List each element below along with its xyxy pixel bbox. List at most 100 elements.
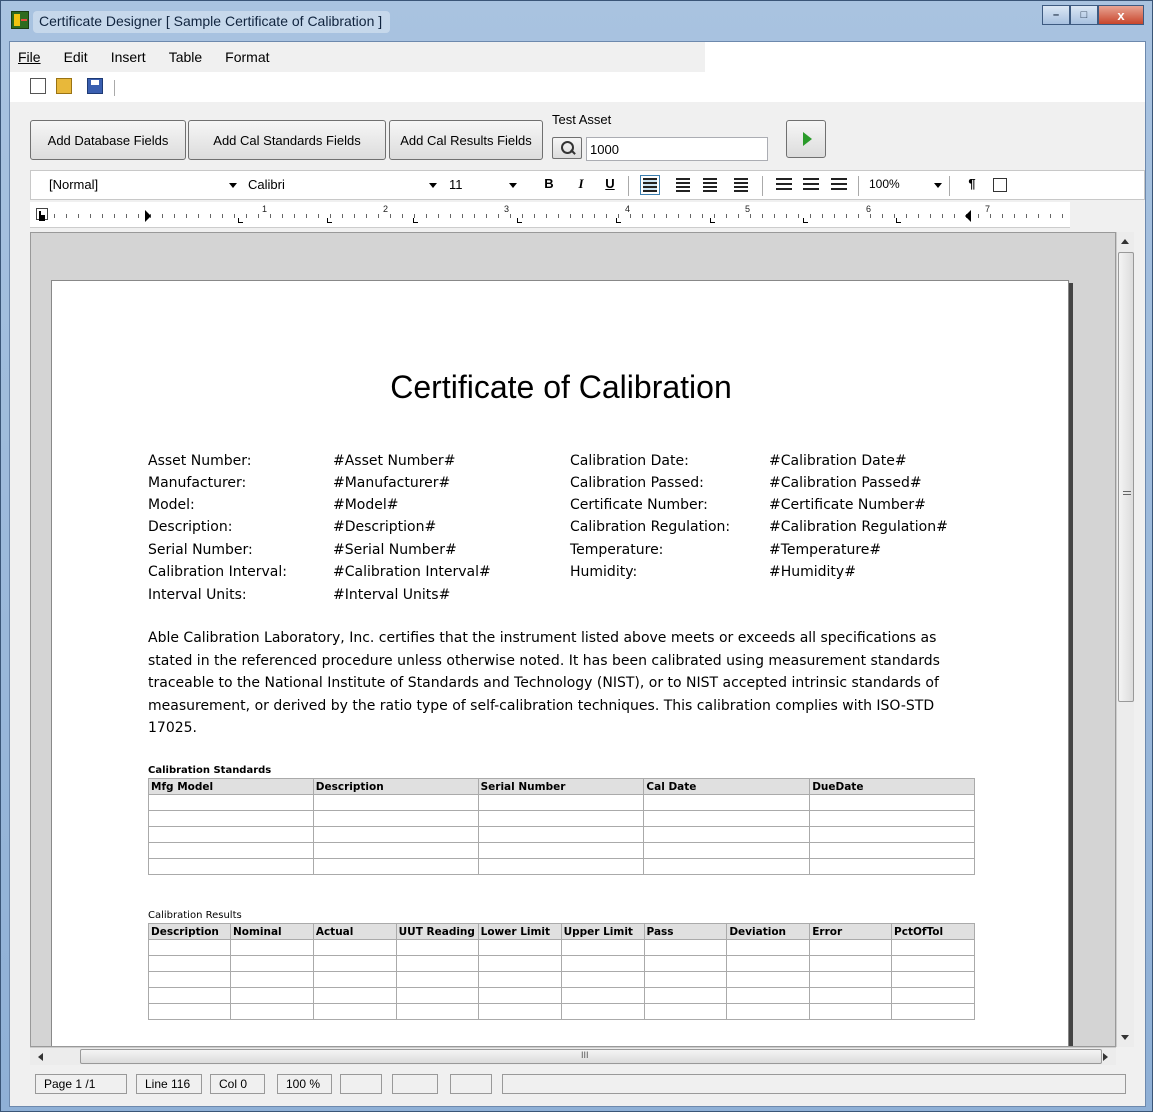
table-header[interactable]: Description xyxy=(312,778,479,795)
tab-type-icon[interactable] xyxy=(993,178,1007,192)
title-bar[interactable]: Certificate Designer [ Sample Certificat… xyxy=(1,1,1152,41)
scroll-left-icon[interactable] xyxy=(38,1053,43,1061)
align-right-icon[interactable] xyxy=(676,178,690,192)
table-header[interactable]: Serial Number xyxy=(477,778,645,795)
field-label[interactable]: Calibration Date: xyxy=(570,453,689,469)
field-label[interactable]: Calibration Regulation: xyxy=(570,519,730,535)
font-select[interactable]: Calibri xyxy=(248,177,285,192)
zoom-dropdown-icon[interactable] xyxy=(934,183,942,188)
menu-format[interactable]: Format xyxy=(225,49,269,65)
table-header[interactable]: UUT Reading xyxy=(395,923,479,940)
ruler[interactable]: 1 2 3 4 5 6 7 xyxy=(30,202,1070,228)
right-indent-marker[interactable] xyxy=(965,210,971,222)
field-value[interactable]: #Description# xyxy=(333,519,436,535)
align-center-icon[interactable] xyxy=(703,178,717,192)
field-value[interactable]: #Manufacturer# xyxy=(333,475,450,491)
tab-selector-icon[interactable] xyxy=(36,208,48,220)
save-icon[interactable] xyxy=(87,78,103,94)
field-label[interactable]: Manufacturer: xyxy=(148,475,246,491)
document-title[interactable]: Certificate of Calibration xyxy=(52,369,1070,406)
table-header[interactable]: Cal Date xyxy=(643,778,811,795)
vertical-scroll-thumb[interactable] xyxy=(1118,252,1134,702)
table-header[interactable]: Deviation xyxy=(726,923,811,940)
field-label[interactable]: Serial Number: xyxy=(148,542,253,558)
scroll-down-icon[interactable] xyxy=(1121,1035,1129,1040)
font-dropdown-icon[interactable] xyxy=(429,183,437,188)
table-row[interactable] xyxy=(148,794,975,811)
show-formatting-button[interactable]: ¶ xyxy=(963,176,981,194)
field-label[interactable]: Calibration Passed: xyxy=(570,475,704,491)
table-header[interactable]: Description xyxy=(148,923,231,940)
new-document-icon[interactable] xyxy=(30,78,46,94)
table-row[interactable] xyxy=(148,987,975,1004)
field-value[interactable]: #Calibration Interval# xyxy=(333,564,491,580)
field-value[interactable]: #Certificate Number# xyxy=(769,497,926,513)
close-button[interactable]: x xyxy=(1098,5,1144,25)
zoom-select[interactable]: 100% xyxy=(869,177,900,191)
field-label[interactable]: Model: xyxy=(148,497,195,513)
tab-stop-marker[interactable] xyxy=(616,218,621,223)
tab-stop-marker[interactable] xyxy=(238,218,243,223)
run-button[interactable] xyxy=(786,120,826,158)
underline-button[interactable]: U xyxy=(601,176,619,194)
field-label[interactable]: Temperature: xyxy=(570,542,663,558)
test-asset-input[interactable]: 1000 xyxy=(586,137,768,161)
bold-button[interactable]: B xyxy=(540,176,558,194)
scroll-right-icon[interactable] xyxy=(1103,1053,1108,1061)
bullet-list-icon[interactable] xyxy=(776,178,792,192)
field-label[interactable]: Certificate Number: xyxy=(570,497,708,513)
numbered-list-icon[interactable] xyxy=(803,178,819,192)
table-row[interactable] xyxy=(148,810,975,827)
table-row[interactable] xyxy=(148,939,975,956)
tab-stop-marker[interactable] xyxy=(413,218,418,223)
open-folder-icon[interactable] xyxy=(56,78,72,94)
field-value[interactable]: #Interval Units# xyxy=(333,587,450,603)
field-label[interactable]: Interval Units: xyxy=(148,587,247,603)
field-value[interactable]: #Calibration Regulation# xyxy=(769,519,948,535)
tab-stop-marker[interactable] xyxy=(710,218,715,223)
align-left-icon[interactable] xyxy=(640,175,660,195)
tab-stop-marker[interactable] xyxy=(517,218,522,223)
table-header[interactable]: Upper Limit xyxy=(560,923,645,940)
font-size-select[interactable]: 11 xyxy=(449,177,463,192)
align-justify-icon[interactable] xyxy=(734,178,748,192)
table-row[interactable] xyxy=(148,1003,975,1020)
field-value[interactable]: #Model# xyxy=(333,497,399,513)
tab-stop-marker[interactable] xyxy=(327,218,332,223)
table-row[interactable] xyxy=(148,858,975,875)
multilevel-list-icon[interactable] xyxy=(831,178,847,192)
calibration-standards-table[interactable]: Mfg Model Description Serial Number Cal … xyxy=(148,778,975,875)
field-label[interactable]: Asset Number: xyxy=(148,453,251,469)
menu-table[interactable]: Table xyxy=(169,49,202,65)
table-header[interactable]: DueDate xyxy=(809,778,975,795)
field-value[interactable]: #Calibration Date# xyxy=(769,453,907,469)
field-value[interactable]: #Asset Number# xyxy=(333,453,455,469)
table-header[interactable]: Error xyxy=(809,923,893,940)
table-row[interactable] xyxy=(148,842,975,859)
certification-paragraph[interactable]: Able Calibration Laboratory, Inc. certif… xyxy=(148,627,978,740)
horizontal-scroll-thumb[interactable]: III xyxy=(80,1049,1102,1064)
vertical-scrollbar[interactable] xyxy=(1116,232,1134,1047)
menu-file[interactable]: File xyxy=(18,49,41,65)
table-row[interactable] xyxy=(148,955,975,972)
table-header[interactable]: Pass xyxy=(643,923,728,940)
document-page[interactable]: Certificate of Calibration Asset Number:… xyxy=(51,280,1070,1046)
tab-stop-marker[interactable] xyxy=(896,218,901,223)
table-header[interactable]: Nominal xyxy=(229,923,314,940)
field-value[interactable]: #Temperature# xyxy=(769,542,881,558)
field-label[interactable]: Description: xyxy=(148,519,232,535)
left-indent-marker[interactable] xyxy=(145,210,151,222)
results-table-caption[interactable]: Calibration Results xyxy=(148,910,242,921)
size-dropdown-icon[interactable] xyxy=(509,183,517,188)
menu-edit[interactable]: Edit xyxy=(64,49,88,65)
add-database-fields-button[interactable]: Add Database Fields xyxy=(30,120,186,160)
menu-insert[interactable]: Insert xyxy=(111,49,146,65)
field-label[interactable]: Calibration Interval: xyxy=(148,564,287,580)
calibration-results-table[interactable]: Description Nominal Actual UUT Reading L… xyxy=(148,923,975,1020)
horizontal-scrollbar[interactable]: III xyxy=(30,1047,1116,1065)
table-row[interactable] xyxy=(148,826,975,843)
table-row[interactable] xyxy=(148,971,975,988)
table-header[interactable]: PctOfTol xyxy=(891,923,975,940)
field-value[interactable]: #Serial Number# xyxy=(333,542,457,558)
add-cal-results-fields-button[interactable]: Add Cal Results Fields xyxy=(389,120,543,160)
